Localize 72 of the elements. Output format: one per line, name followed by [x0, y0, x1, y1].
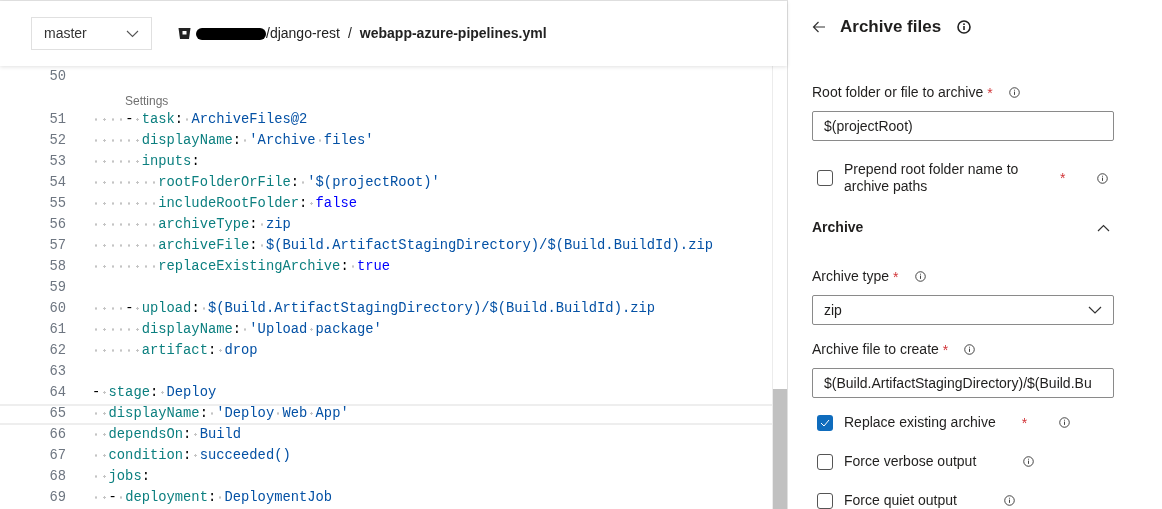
code-line: archiveType: zip	[92, 215, 291, 236]
line-number: 60	[48, 300, 66, 319]
line-number: 65	[48, 405, 66, 424]
line-number: 50	[48, 68, 66, 87]
line-number: 52	[48, 132, 66, 151]
line-number: 66	[48, 426, 66, 445]
required-asterisk: *	[1060, 171, 1066, 185]
line-number: 57	[48, 237, 66, 256]
code-line: - stage: Deploy	[92, 384, 217, 403]
checkbox[interactable]	[817, 453, 833, 470]
required-asterisk: *	[942, 342, 949, 357]
line-number: 63	[48, 363, 66, 382]
field-label: Archive file to create	[812, 340, 939, 359]
checkbox[interactable]	[817, 414, 833, 431]
code-line: displayName: 'Archive files'	[92, 131, 374, 152]
code-line: inputs:	[92, 152, 200, 173]
checkbox[interactable]	[817, 170, 833, 186]
text-input[interactable]: $(projectRoot)	[812, 111, 1114, 141]
checkbox[interactable]	[817, 492, 833, 509]
code-line: displayName: 'Deploy Web App'	[92, 404, 349, 425]
chevron-down-icon	[126, 29, 139, 38]
field-label: Archive type	[812, 267, 890, 286]
code-line: dependsOn: Build	[92, 425, 242, 446]
line-number: 61	[48, 321, 66, 340]
code-line: - task: ArchiveFiles@2	[92, 110, 308, 131]
panel-title: Archive files	[840, 15, 942, 38]
line-number: 53	[48, 153, 66, 172]
code-line: includeRootFolder: false	[92, 194, 357, 215]
line-number: 58	[48, 258, 66, 277]
chevron-down-icon	[1088, 306, 1102, 314]
code-line: jobs:	[92, 467, 150, 488]
back-arrow-icon[interactable]	[812, 20, 826, 33]
line-number: 55	[48, 195, 66, 214]
required-asterisk: *	[893, 269, 899, 284]
checkbox-label: Force verbose output	[844, 453, 977, 470]
checkbox-label: Replace existing archive	[844, 414, 996, 431]
path-separator: /	[347, 24, 352, 43]
text-input[interactable]: $(Build.ArtifactStagingDirectory)/$(Build.Bu	[812, 368, 1114, 398]
code-line: - upload: $(Build.ArtifactStagingDirectory)/$(Build.BuildId).zip	[92, 299, 656, 320]
file-name: webapp-azure-pipelines.yml	[359, 24, 547, 43]
redaction-mark	[196, 27, 266, 40]
code-line: condition: succeeded()	[92, 446, 291, 467]
required-asterisk: *	[1021, 415, 1028, 430]
field-label: Root folder or file to archive	[812, 83, 984, 102]
info-icon[interactable]	[957, 19, 972, 34]
select-dropdown[interactable]: zip	[812, 295, 1114, 325]
repo-icon	[178, 27, 191, 40]
code-line: displayName: 'Upload package'	[92, 320, 382, 341]
line-number: 62	[48, 342, 66, 361]
code-line: artifact: drop	[92, 341, 258, 362]
line-number: 64	[48, 384, 66, 403]
section-heading: Archive	[812, 218, 864, 237]
code-line: archiveFile: $(Build.ArtifactStagingDirectory)/$(Build.BuildId).zip	[92, 236, 713, 257]
scrollbar-thumb[interactable]	[773, 389, 787, 509]
required-asterisk: *	[987, 85, 993, 100]
checkbox-label: Force quiet output	[844, 492, 957, 509]
repo-path: /django-rest	[266, 24, 340, 43]
line-number: 56	[48, 216, 66, 235]
line-number: 69	[48, 489, 66, 508]
code-line: - deployment: DeploymentJob	[92, 488, 333, 509]
check-icon	[820, 418, 830, 427]
checkbox-label: Prepend root folder name to archive paths	[844, 161, 1020, 195]
line-number: 67	[48, 447, 66, 466]
code-line: rootFolderOrFile: '$(projectRoot)'	[92, 173, 440, 194]
line-number: 68	[48, 468, 66, 487]
branch-dropdown[interactable]: master	[31, 17, 152, 50]
line-number: 54	[48, 174, 66, 193]
chevron-up-icon[interactable]	[1097, 223, 1110, 232]
codelens-link[interactable]: Settings	[125, 92, 169, 110]
code-line: replaceExistingArchive: true	[92, 257, 391, 278]
line-number: 51	[48, 111, 66, 130]
line-number: 59	[48, 279, 66, 298]
